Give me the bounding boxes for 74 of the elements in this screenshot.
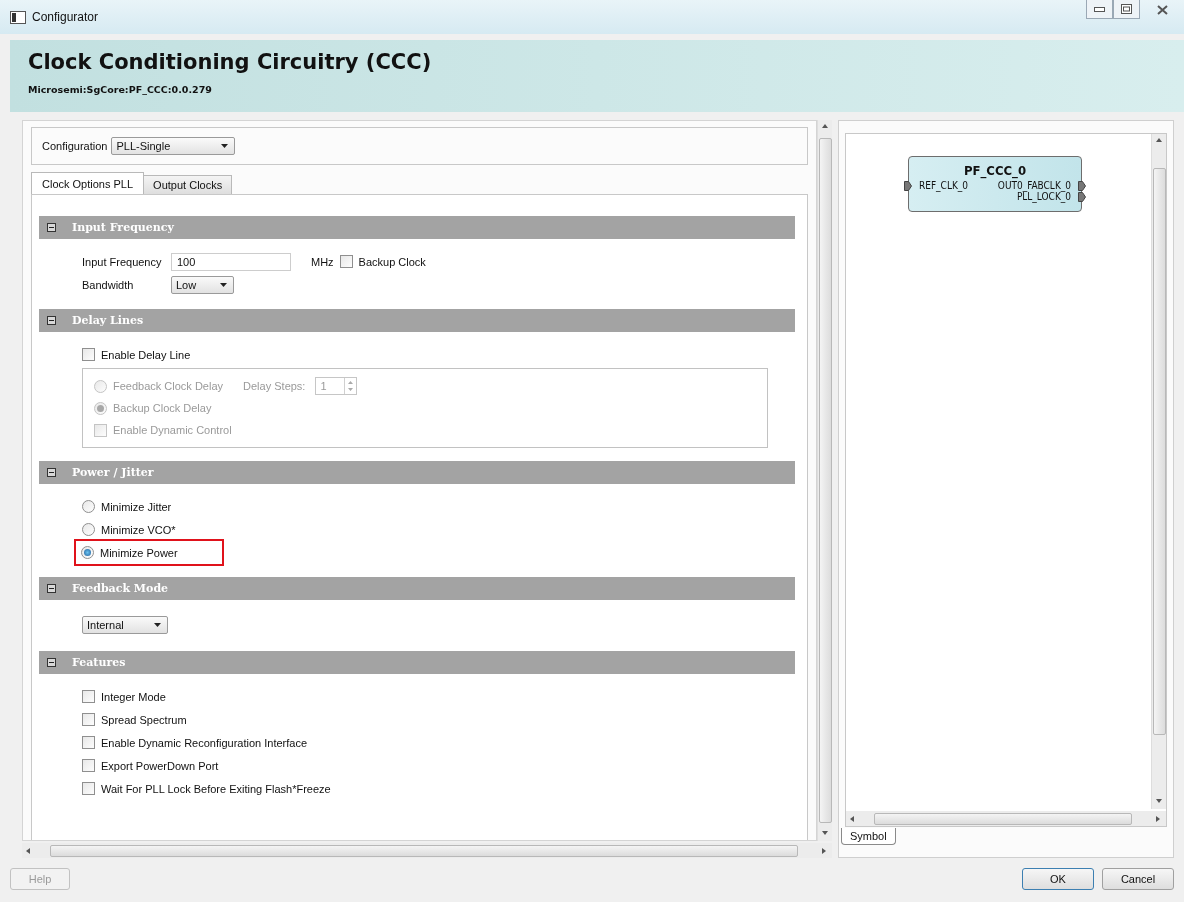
- unit-label: MHz: [311, 255, 334, 268]
- checkbox[interactable]: [82, 782, 95, 795]
- configuration-dropdown[interactable]: PLL-Single: [111, 137, 236, 155]
- field-label: Bandwidth: [82, 278, 135, 291]
- radio-label: Backup Clock Delay: [113, 402, 212, 414]
- radio-button[interactable]: [82, 500, 95, 513]
- scroll-arrow-icon[interactable]: [821, 123, 829, 131]
- scroll-arrow-icon[interactable]: [849, 814, 857, 823]
- scroll-thumb[interactable]: [874, 812, 1132, 825]
- radio-label: Feedback Clock Delay: [113, 380, 224, 392]
- pin-label: PLL_LOCK_0: [1016, 191, 1071, 202]
- scroll-thumb[interactable]: [1152, 168, 1166, 735]
- vertical-scrollbar[interactable]: [1151, 134, 1166, 809]
- section-title: Features: [72, 656, 126, 669]
- scroll-thumb[interactable]: [50, 844, 798, 857]
- dropdown[interactable]: Low: [171, 275, 234, 294]
- checkbox-label: Enable Delay Line: [101, 348, 191, 361]
- horizontal-scrollbar[interactable]: [846, 811, 1166, 826]
- collapse-icon[interactable]: [47, 223, 56, 232]
- dialog-button[interactable]: Cancel: [1102, 868, 1174, 890]
- tab[interactable]: Output Clocks: [143, 175, 233, 194]
- collapse-icon[interactable]: [47, 658, 56, 667]
- component-name: PF_CCC_0: [962, 163, 1028, 178]
- field-label: Configuration: [42, 140, 108, 152]
- window-title: Configurator: [32, 10, 99, 24]
- scroll-arrow-icon[interactable]: [25, 846, 33, 855]
- checkbox[interactable]: [82, 690, 95, 703]
- checkbox[interactable]: [82, 759, 95, 772]
- radio-label: Minimize Power: [100, 546, 178, 559]
- field-label: Delay Steps:: [243, 380, 306, 392]
- checkbox[interactable]: [82, 713, 95, 726]
- core-version: Microsemi:SgCore:PF_CCC:0.0.279: [28, 84, 213, 95]
- checkbox-label: Export PowerDown Port: [101, 759, 219, 772]
- dialog-button[interactable]: OK: [1022, 868, 1094, 890]
- section-title: Delay Lines: [72, 314, 144, 327]
- tab[interactable]: Symbol: [841, 828, 896, 845]
- window-icon: [10, 10, 26, 24]
- radio-button[interactable]: [82, 523, 95, 536]
- checkbox-label: Enable Dynamic Reconfiguration Interface: [101, 736, 308, 749]
- caret-icon: [154, 622, 161, 627]
- pin-label: OUT0_FABCLK_0: [997, 180, 1071, 191]
- input-pin-icon: [904, 181, 912, 191]
- pin-label: REF_CLK_0: [919, 180, 969, 191]
- section-title: Power / Jitter: [72, 466, 154, 479]
- checkbox[interactable]: [339, 255, 353, 268]
- radio-button[interactable]: [81, 546, 94, 559]
- input-field[interactable]: 100: [171, 252, 291, 271]
- caret-icon: [221, 144, 229, 148]
- maximize-icon: [1121, 4, 1132, 14]
- page-title: Clock Conditioning Circuitry (CCC): [28, 50, 433, 74]
- tab[interactable]: Clock Options PLL: [31, 172, 145, 194]
- checkbox[interactable]: [82, 736, 95, 749]
- collapse-icon[interactable]: [47, 316, 56, 325]
- section-title: Feedback Mode: [72, 582, 169, 595]
- checkbox-label: Spread Spectrum: [101, 713, 187, 726]
- dropdown[interactable]: Internal: [82, 615, 168, 634]
- collapse-icon[interactable]: [47, 468, 56, 477]
- maximize-button[interactable]: [1113, 0, 1140, 19]
- radio-label: Minimize VCO*: [101, 523, 176, 536]
- section-title: Input Frequency: [72, 221, 174, 234]
- horizontal-scrollbar[interactable]: [22, 843, 832, 858]
- minimize-icon: [1094, 6, 1105, 12]
- checkbox-label: Enable Dynamic Control: [113, 424, 232, 436]
- checkbox-label: Integer Mode: [101, 690, 166, 703]
- scroll-arrow-icon[interactable]: [1155, 137, 1163, 145]
- caret-icon: [220, 282, 227, 287]
- collapse-icon[interactable]: [47, 584, 56, 593]
- radio-label: Minimize Jitter: [101, 500, 172, 513]
- checkbox-label: Backup Clock: [358, 255, 426, 268]
- field-label: Input Frequency: [82, 255, 163, 268]
- checkbox-label: Wait For PLL Lock Before Exiting Flash*Freeze: [101, 782, 331, 795]
- minimize-button[interactable]: [1086, 0, 1113, 19]
- close-icon: [1156, 4, 1168, 15]
- checkbox[interactable]: [82, 348, 95, 361]
